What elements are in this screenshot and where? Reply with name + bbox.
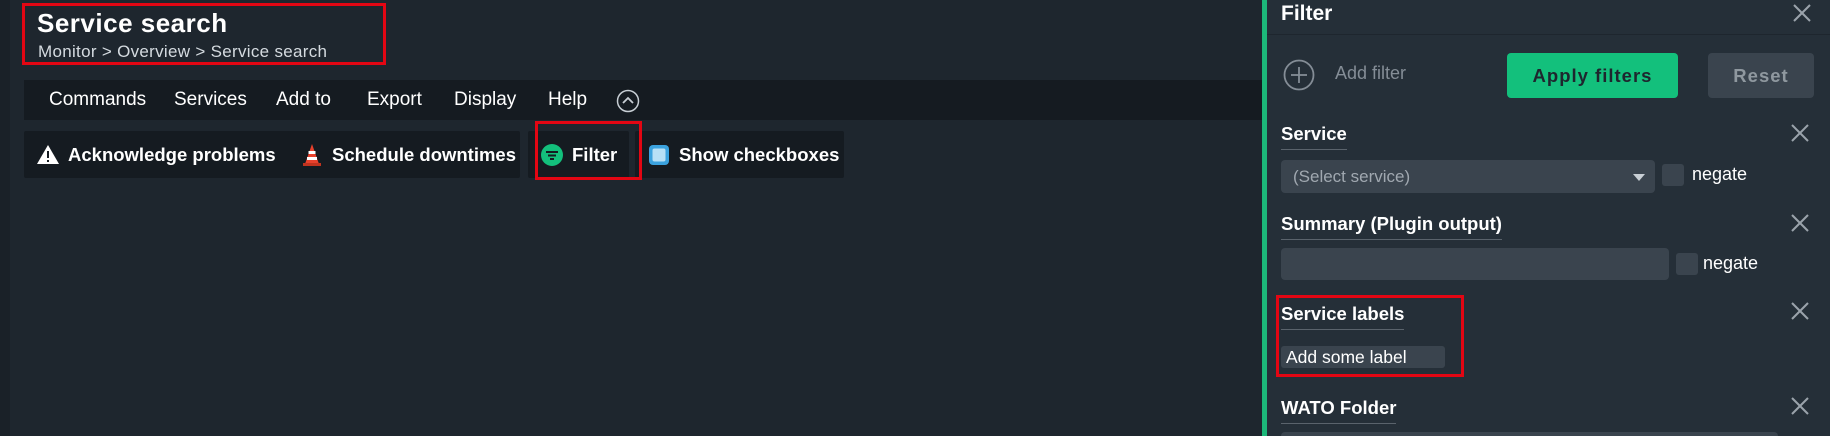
wato-folder-filter-label: WATO Folder: [1281, 397, 1397, 424]
menu-bar: Commands Services Add to Export Display …: [24, 80, 1272, 120]
checkbox-icon: [647, 143, 671, 167]
service-negate-label: negate: [1692, 164, 1748, 184]
service-select[interactable]: (Select service): [1281, 160, 1655, 193]
wato-folder-select[interactable]: [1281, 432, 1778, 436]
apply-filters-button[interactable]: Apply filters: [1507, 53, 1678, 98]
menu-display[interactable]: Display: [454, 80, 516, 120]
schedule-downtimes-label: Schedule downtimes: [332, 143, 517, 165]
chevron-up-circle-icon[interactable]: [616, 89, 640, 113]
menu-add-to[interactable]: Add to: [276, 80, 331, 120]
panel-divider: [1267, 34, 1830, 35]
left-edge-strip: [0, 0, 10, 436]
filter-panel-title: Filter: [1281, 2, 1333, 25]
breadcrumb-item-service-search[interactable]: Service search: [211, 42, 328, 61]
menu-commands[interactable]: Commands: [49, 80, 146, 120]
summary-text-input[interactable]: [1281, 248, 1669, 280]
summary-negate-checkbox[interactable]: [1676, 253, 1698, 275]
main-content: Service search Monitor > Overview > Serv…: [10, 0, 1272, 436]
menu-services[interactable]: Services: [174, 80, 247, 120]
reset-button[interactable]: Reset: [1708, 53, 1814, 98]
show-checkboxes-label: Show checkboxes: [679, 143, 840, 165]
summary-filter-label: Summary (Plugin output): [1281, 213, 1502, 240]
remove-service-filter-icon[interactable]: [1789, 122, 1811, 144]
service-select-value: (Select service): [1293, 167, 1411, 186]
add-filter-field[interactable]: Add filter: [1335, 63, 1406, 84]
remove-wato-folder-filter-icon[interactable]: [1789, 395, 1811, 417]
service-filter-label: Service: [1281, 123, 1347, 150]
menu-help[interactable]: Help: [548, 80, 587, 120]
add-filter-plus-icon[interactable]: [1283, 59, 1315, 91]
service-negate-checkbox[interactable]: [1662, 164, 1684, 186]
show-checkboxes-button[interactable]: Show checkboxes: [635, 131, 844, 178]
breadcrumb-item-overview[interactable]: Overview: [117, 42, 190, 61]
filter-highlight-box: [535, 121, 642, 180]
page-title: Service search: [37, 8, 228, 38]
breadcrumb-separator: >: [195, 42, 211, 61]
breadcrumb: Monitor > Overview > Service search: [38, 42, 327, 62]
acknowledge-problems-label: Acknowledge problems: [68, 143, 276, 165]
traffic-cone-icon: [300, 143, 324, 167]
close-panel-icon[interactable]: [1791, 2, 1813, 24]
breadcrumb-separator: >: [101, 42, 118, 61]
summary-negate-label: negate: [1703, 253, 1759, 273]
warning-icon: [36, 143, 60, 167]
acknowledge-problems-button[interactable]: Acknowledge problems: [24, 131, 290, 178]
chevron-down-icon: [1633, 174, 1645, 181]
remove-summary-filter-icon[interactable]: [1789, 212, 1811, 234]
service-labels-highlight-box: [1276, 295, 1464, 377]
schedule-downtimes-button[interactable]: Schedule downtimes: [288, 131, 520, 178]
breadcrumb-item-monitor[interactable]: Monitor: [38, 42, 97, 61]
remove-service-labels-filter-icon[interactable]: [1789, 300, 1811, 322]
menu-export[interactable]: Export: [367, 80, 422, 120]
